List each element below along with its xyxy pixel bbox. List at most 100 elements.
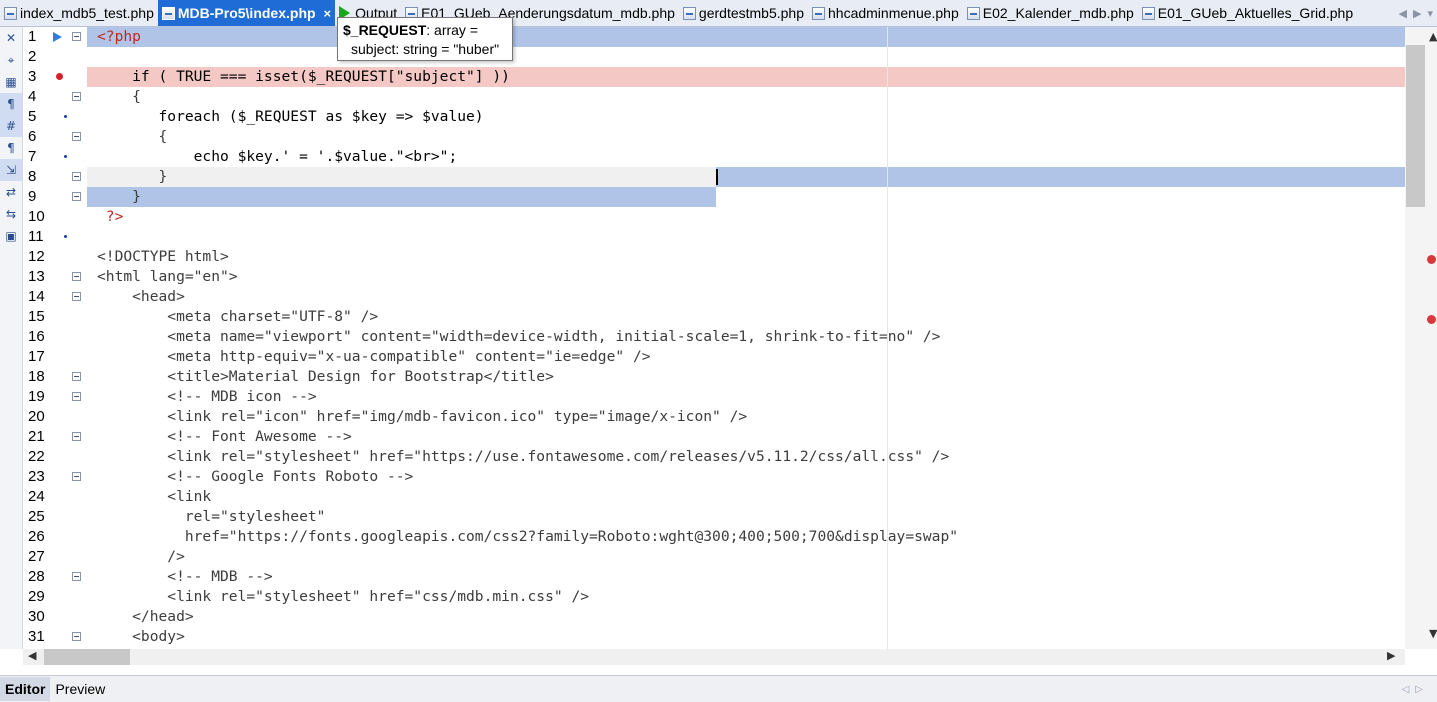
tab-next-icon[interactable]: ▶: [1413, 7, 1421, 20]
bookmark-dot-icon[interactable]: [64, 115, 67, 118]
word-wrap-icon[interactable]: ⇲: [0, 159, 22, 181]
outline-icon[interactable]: ▦: [0, 71, 22, 93]
tab-editor[interactable]: Editor: [0, 677, 51, 701]
gutter-line[interactable]: 23: [23, 467, 87, 487]
gutter-line[interactable]: 16: [23, 327, 87, 347]
gutter-line[interactable]: 12: [23, 247, 87, 267]
code-line[interactable]: <link rel="stylesheet" href="https://use…: [97, 447, 949, 467]
scroll-left-icon[interactable]: ◀: [28, 649, 36, 662]
fold-toggle-icon[interactable]: [72, 392, 81, 401]
code-line[interactable]: <title>Material Design for Bootstrap</ti…: [97, 367, 554, 387]
gutter-line[interactable]: 22: [23, 447, 87, 467]
goto-icon[interactable]: ⌖: [0, 49, 22, 71]
gutter-line[interactable]: 8: [23, 167, 87, 187]
vertical-scroll-thumb[interactable]: [1406, 45, 1425, 207]
code-line[interactable]: <?php: [97, 27, 141, 47]
code-line[interactable]: <meta http-equiv="x-ua-compatible" conte…: [97, 347, 650, 367]
tab-e02-kalender[interactable]: E02_Kalender_mdb.php: [963, 0, 1138, 26]
tab-menu-icon[interactable]: ▾: [1427, 7, 1433, 20]
fold-toggle-icon[interactable]: [72, 192, 81, 201]
gutter-line[interactable]: 9: [23, 187, 87, 207]
fold-toggle-icon[interactable]: [72, 272, 81, 281]
gutter-line[interactable]: 2: [23, 47, 87, 67]
gutter-line[interactable]: 14: [23, 287, 87, 307]
current-line-arrow-icon[interactable]: [53, 32, 62, 42]
code-line[interactable]: echo $key.' = '.$value."<br>";: [97, 147, 458, 167]
code-line[interactable]: {: [97, 87, 141, 107]
code-line[interactable]: if ( TRUE === isset($_REQUEST["subject"]…: [97, 67, 510, 87]
gutter-line[interactable]: 28: [23, 567, 87, 587]
fold-toggle-icon[interactable]: [72, 572, 81, 581]
code-line[interactable]: foreach ($_REQUEST as $key => $value): [97, 107, 484, 127]
gutter-line[interactable]: 30: [23, 607, 87, 627]
error-marker-icon[interactable]: [1427, 315, 1436, 324]
tab-hhcadminmenue[interactable]: hhcadminmenue.php: [808, 0, 963, 26]
close-panel-icon[interactable]: ✕: [0, 27, 22, 49]
fold-toggle-icon[interactable]: [72, 472, 81, 481]
gutter-line[interactable]: 29: [23, 587, 87, 607]
bookmark-dot-icon[interactable]: [64, 155, 67, 158]
gutter-line[interactable]: 17: [23, 347, 87, 367]
scroll-right-icon[interactable]: ▶: [1387, 649, 1395, 662]
scroll-up-icon[interactable]: ▲: [1429, 30, 1437, 43]
code-line[interactable]: ?>: [97, 207, 124, 227]
fold-toggle-icon[interactable]: [72, 632, 81, 641]
gutter-line[interactable]: 27: [23, 547, 87, 567]
gutter-line[interactable]: 26: [23, 527, 87, 547]
gutter-line[interactable]: 5: [23, 107, 87, 127]
sidebar-panel-icon[interactable]: ▣: [0, 225, 22, 247]
gutter-line[interactable]: 3: [23, 67, 87, 87]
code-line[interactable]: <!DOCTYPE html>: [97, 247, 229, 267]
gutter-line[interactable]: 21: [23, 427, 87, 447]
code-line[interactable]: </head>: [97, 607, 194, 627]
breakpoint-icon[interactable]: [56, 73, 63, 80]
tab-prev-icon[interactable]: ◀: [1399, 7, 1407, 20]
bookmark-dot-icon[interactable]: [64, 235, 67, 238]
fold-toggle-icon[interactable]: [72, 132, 81, 141]
code-line[interactable]: href="https://fonts.googleapis.com/css2?…: [97, 527, 958, 547]
gutter-line[interactable]: 31: [23, 627, 87, 647]
gutter-line[interactable]: 6: [23, 127, 87, 147]
gutter-line[interactable]: 1: [23, 27, 87, 47]
gutter-line[interactable]: 19: [23, 387, 87, 407]
tab-gerdtestmb5[interactable]: gerdtestmb5.php: [679, 0, 808, 26]
code-editor[interactable]: <?php if ( TRUE === isset($_REQUEST["sub…: [87, 27, 1405, 649]
code-line[interactable]: {: [97, 127, 168, 147]
code-line[interactable]: <!-- Google Fonts Roboto -->: [97, 467, 413, 487]
close-tab-icon[interactable]: ×: [324, 6, 332, 21]
code-line[interactable]: <meta name="viewport" content="width=dev…: [97, 327, 940, 347]
tab-preview[interactable]: Preview: [50, 677, 110, 701]
code-line[interactable]: <body>: [97, 627, 185, 647]
gutter-line[interactable]: 25: [23, 507, 87, 527]
paragraph-icon[interactable]: ¶: [0, 93, 22, 115]
code-line[interactable]: <!-- MDB -->: [97, 567, 272, 587]
fold-toggle-icon[interactable]: [72, 172, 81, 181]
gutter-line[interactable]: 18: [23, 367, 87, 387]
gutter-line[interactable]: 24: [23, 487, 87, 507]
code-line[interactable]: }: [97, 187, 141, 207]
line-number-gutter[interactable]: 1 2 3 4 5 6 7 8 9 10 11 12 13 14 15 16 17 18 19 20 21 22 23 24 2…: [23, 27, 87, 649]
gutter-line[interactable]: 20: [23, 407, 87, 427]
error-marker-icon[interactable]: [1427, 255, 1436, 264]
code-line[interactable]: rel="stylesheet": [97, 507, 326, 527]
gutter-line[interactable]: 11: [23, 227, 87, 247]
horizontal-scrollbar[interactable]: ◀ ▶: [23, 649, 1405, 665]
tab-mdb-pro5-index[interactable]: MDB-Pro5\index.php ×: [157, 0, 336, 26]
code-line[interactable]: <html lang="en">: [97, 267, 238, 287]
gutter-line[interactable]: 13: [23, 267, 87, 287]
code-line[interactable]: <link rel="stylesheet" href="css/mdb.min…: [97, 587, 589, 607]
gutter-line[interactable]: 4: [23, 87, 87, 107]
code-line[interactable]: }: [97, 167, 168, 187]
code-line[interactable]: <head>: [97, 287, 185, 307]
code-line[interactable]: <link: [97, 487, 211, 507]
code-line[interactable]: />: [97, 547, 185, 567]
code-line[interactable]: <link rel="icon" href="img/mdb-favicon.i…: [97, 407, 747, 427]
scroll-down-icon[interactable]: ▼: [1429, 627, 1437, 640]
gutter-line[interactable]: 10: [23, 207, 87, 227]
outdent-icon[interactable]: ⇆: [0, 203, 22, 225]
tab-e01-aktuelles-grid[interactable]: E01_GUeb_Aktuelles_Grid.php: [1138, 0, 1357, 26]
line-numbers-icon[interactable]: #: [0, 115, 22, 137]
fold-toggle-icon[interactable]: [72, 292, 81, 301]
code-line[interactable]: <meta charset="UTF-8" />: [97, 307, 378, 327]
gutter-line[interactable]: 15: [23, 307, 87, 327]
